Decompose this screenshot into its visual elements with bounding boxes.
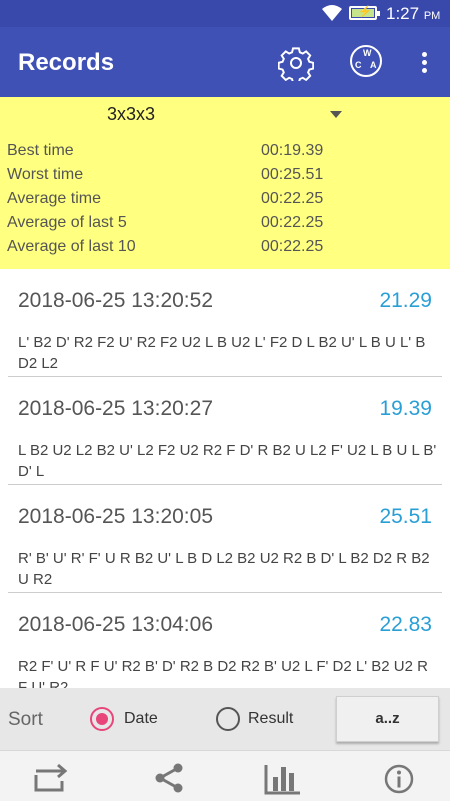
record-scramble: R' B' U' R' F' U R B2 U' L B D L2 B2 U2 … [18,550,430,588]
wca-icon[interactable]: W C A [350,45,382,77]
stat-value: 00:25.51 [261,166,324,183]
record-item[interactable]: 2018-06-25 13:20:27 19.39 L B2 U2 L2 B2 … [0,377,450,485]
sort-result-label[interactable]: Result [248,710,293,728]
record-time: 25.51 [379,505,432,528]
record-date: 2018-06-25 13:20:27 [18,397,213,420]
stat-value: 00:22.25 [261,238,324,255]
info-button[interactable] [351,751,450,801]
stat-value: 00:22.25 [261,190,324,207]
record-scramble: L B2 U2 L2 B2 U' L2 F2 U2 R2 F D' R B2 U… [18,442,437,480]
wifi-icon [322,5,342,21]
puzzle-dropdown-value: 3x3x3 [107,104,156,124]
record-item[interactable]: 2018-06-25 13:04:06 22.83 R2 F' U' R F U… [0,593,450,696]
record-time: 22.83 [379,613,432,636]
stat-label: Worst time [7,166,84,183]
sort-date-radio[interactable] [90,707,114,731]
records-list[interactable]: 2018-06-25 13:20:52 21.29 L' B2 D' R2 F2… [0,269,450,696]
record-date: 2018-06-25 13:20:52 [18,289,213,312]
export-button[interactable] [0,751,100,801]
stat-label: Average of last 5 [7,214,127,231]
info-icon [384,764,414,794]
record-item[interactable]: 2018-06-25 13:20:05 25.51 R' B' U' R' F'… [0,485,450,593]
record-date: 2018-06-25 13:20:05 [18,505,213,528]
record-item[interactable]: 2018-06-25 13:20:52 21.29 L' B2 D' R2 F2… [0,269,450,377]
sort-date-label[interactable]: Date [124,710,158,728]
share-button[interactable] [120,751,220,801]
stat-average-last-10: Average of last 10 00:22.25 [7,238,447,262]
status-clock: 1:27 PM [386,4,441,23]
puzzle-dropdown[interactable]: 3x3x3 [0,97,360,133]
chart-button[interactable] [232,751,332,801]
stat-worst-time: Worst time 00:25.51 [7,166,447,190]
sort-label: Sort [8,709,43,730]
stat-best-time: Best time 00:19.39 [7,142,447,166]
stat-value: 00:19.39 [261,142,324,159]
bottom-toolbar [0,750,450,801]
sort-bar: Sort Date Result a..z [0,688,450,750]
status-bar: ⚡ 1:27 PM [0,0,450,27]
record-date: 2018-06-25 13:04:06 [18,613,213,636]
page-title: Records [18,49,115,76]
chart-icon [264,765,300,795]
record-time: 21.29 [379,289,432,312]
sort-result-radio[interactable] [216,707,240,731]
export-icon [34,763,68,792]
record-scramble: L' B2 D' R2 F2 U' R2 F2 U2 L B U2 L' F2 … [18,334,426,372]
app-bar: Records W C A [0,27,450,97]
records-summary: 3x3x3 Best time 00:19.39 Worst time 00:2… [0,97,450,269]
share-icon [155,763,183,793]
chevron-down-icon [330,111,342,118]
stat-label: Average of last 10 [7,238,136,255]
stat-average-time: Average time 00:22.25 [7,190,447,214]
stat-value: 00:22.25 [261,214,324,231]
stat-label: Average time [7,190,101,207]
record-time: 19.39 [379,397,432,420]
stat-average-last-5: Average of last 5 00:22.25 [7,214,447,238]
stat-label: Best time [7,142,74,159]
sort-order-button[interactable]: a..z [336,696,439,742]
gear-icon[interactable] [278,45,314,81]
battery-icon: ⚡ [349,6,380,20]
more-options-icon[interactable] [414,49,434,77]
